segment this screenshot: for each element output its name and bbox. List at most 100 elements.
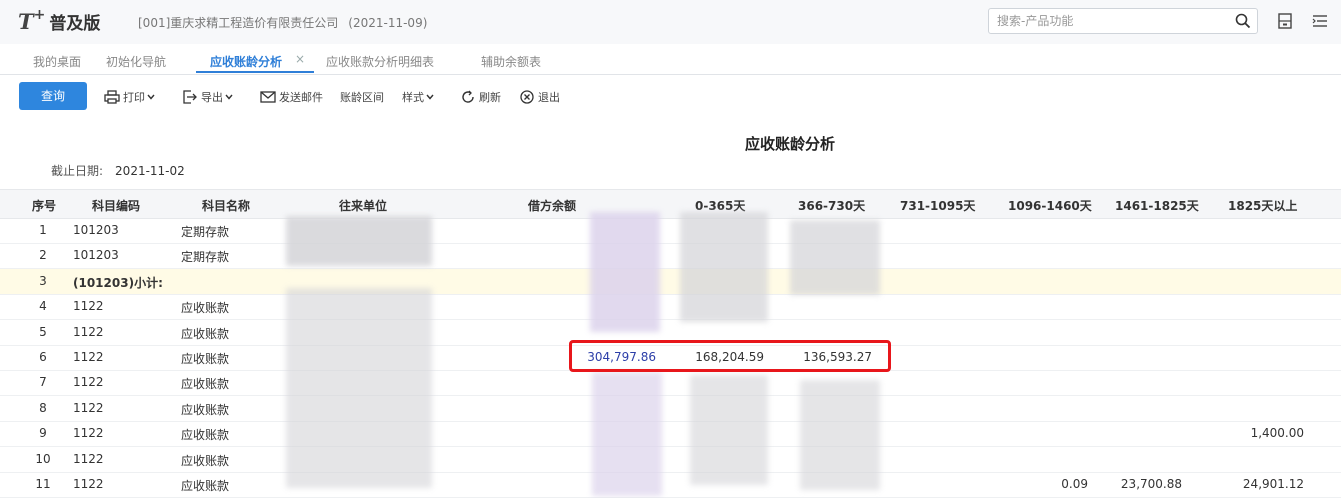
- chevron-down-icon: [147, 94, 155, 100]
- tab-bar: 我的桌面 初始化导航 应收账龄分析 × 应收账款分析明细表 辅助余额表: [0, 44, 1341, 75]
- logo-plus: +: [33, 7, 46, 23]
- menu-icon[interactable]: [1311, 12, 1329, 30]
- aging-range-button[interactable]: 账龄区间: [340, 89, 384, 105]
- print-label: 打印: [123, 91, 145, 104]
- mail-icon: [260, 91, 276, 103]
- cell-account-name: 应收账款: [181, 403, 230, 417]
- cell-account-name: 应收账款: [181, 479, 230, 493]
- cell-account-code: 1122: [73, 426, 104, 440]
- cell-aging-over-1825: 1,400.00: [1250, 426, 1304, 440]
- refresh-button[interactable]: 刷新: [460, 89, 501, 105]
- refresh-label: 刷新: [479, 91, 501, 104]
- col-debit-balance: 借方余额: [528, 199, 577, 213]
- tab-desktop[interactable]: 我的桌面: [33, 53, 81, 70]
- query-button[interactable]: 查询: [19, 82, 87, 110]
- table-row[interactable]: 11 1122 应收账款 0.09 23,700.88 24,901.12: [0, 472, 1341, 498]
- send-mail-button[interactable]: 发送邮件: [260, 89, 323, 105]
- cell-account-code: 1122: [73, 375, 104, 389]
- cell-aging-1096-1460: 0.09: [1061, 477, 1088, 491]
- chevron-down-icon: [426, 94, 434, 100]
- product-logo: T + 普及版: [18, 7, 101, 34]
- search-box[interactable]: [988, 8, 1258, 34]
- company-info: [001]重庆求精工程造价有限责任公司 (2021-11-09): [138, 14, 427, 31]
- cell-row-no: 7: [39, 375, 47, 389]
- col-366-730: 366-730天: [798, 199, 866, 213]
- cell-account-name: 应收账款: [181, 301, 230, 315]
- cell-account-code: 1122: [73, 401, 104, 415]
- cell-row-no: 4: [39, 299, 47, 313]
- exit-icon: [520, 90, 534, 104]
- cell-account-name: 应收账款: [181, 454, 230, 468]
- login-date: (2021-11-09): [348, 16, 428, 30]
- cell-row-no: 2: [39, 248, 47, 262]
- report-title: 应收账龄分析: [745, 135, 836, 153]
- refresh-icon: [462, 90, 474, 103]
- cell-row-no: 3: [39, 274, 47, 288]
- cell-account-name: 定期存款: [181, 225, 230, 239]
- table-row[interactable]: 9 1122 应收账款 1,400.00: [0, 421, 1341, 447]
- exit-label: 退出: [538, 91, 560, 104]
- cutoff-label: 截止日期:: [51, 164, 104, 178]
- export-button[interactable]: 导出: [182, 89, 236, 105]
- company-name: [001]重庆求精工程造价有限责任公司: [138, 16, 339, 30]
- col-731-1095: 731-1095天: [900, 199, 976, 213]
- send-mail-label: 发送邮件: [279, 91, 323, 104]
- cutoff-value: 2021-11-02: [115, 164, 185, 178]
- cell-account-code: 1122: [73, 350, 104, 364]
- cell-row-no: 10: [35, 452, 51, 466]
- tab-receivable-detail[interactable]: 应收账款分析明细表: [326, 53, 434, 70]
- cell-account-code: 1122: [73, 477, 104, 491]
- col-account-name: 科目名称: [202, 199, 251, 213]
- export-icon: [183, 90, 197, 104]
- highlight-box: [569, 340, 891, 372]
- style-button[interactable]: 样式: [402, 89, 437, 105]
- cell-row-no: 6: [39, 350, 47, 364]
- active-tab-indicator: [196, 71, 314, 73]
- cell-row-no: 9: [39, 426, 47, 440]
- cell-account-name: 应收账款: [181, 327, 230, 341]
- edition-label: 普及版: [49, 13, 101, 34]
- col-account-code: 科目编码: [92, 199, 141, 213]
- printer-icon: [104, 90, 120, 104]
- cell-account-name: 应收账款: [181, 377, 230, 391]
- tab-init-nav[interactable]: 初始化导航: [106, 53, 166, 70]
- tab-aux-balance[interactable]: 辅助余额表: [481, 53, 541, 70]
- cell-row-no: 11: [35, 477, 51, 491]
- cell-account-code: 1122: [73, 325, 104, 339]
- table-row[interactable]: 8 1122 应收账款: [0, 396, 1341, 422]
- exit-button[interactable]: 退出: [519, 89, 560, 105]
- chevron-down-icon: [225, 94, 233, 100]
- aging-range-label: 账龄区间: [340, 91, 384, 104]
- toolbar: 查询 打印 导出 发送邮件 账龄区间 样式 刷新 退出: [0, 75, 1341, 117]
- top-header: T + 普及版 [001]重庆求精工程造价有限责任公司 (2021-11-09): [0, 0, 1341, 45]
- cell-row-no: 5: [39, 325, 47, 339]
- cell-account-code: 101203: [73, 248, 119, 262]
- table-row[interactable]: 10 1122 应收账款: [0, 447, 1341, 473]
- col-1096-1460: 1096-1460天: [1008, 199, 1092, 213]
- cutoff-date: 截止日期: 2021-11-02: [51, 162, 185, 179]
- table-row[interactable]: 1 101203 定期存款: [0, 218, 1341, 244]
- style-label: 样式: [402, 91, 424, 104]
- table-header: 序号 科目编码 科目名称 往来单位 借方余额 0-365天 366-730天 7…: [0, 189, 1341, 219]
- cell-aging-1461-1825: 23,700.88: [1120, 477, 1182, 491]
- cell-account-code: 101203: [73, 223, 119, 237]
- table-row[interactable]: 4 1122 应收账款: [0, 294, 1341, 320]
- col-over-1825: 1825天以上: [1228, 199, 1298, 213]
- tab-receivable-aging[interactable]: 应收账龄分析: [210, 53, 282, 70]
- export-label: 导出: [201, 91, 223, 104]
- col-counterparty: 往来单位: [339, 199, 388, 213]
- search-input[interactable]: [997, 13, 1217, 29]
- cell-account-name: 定期存款: [181, 250, 230, 264]
- calculator-icon[interactable]: [1276, 12, 1294, 30]
- print-button[interactable]: 打印: [104, 89, 158, 105]
- cell-account-code: 1122: [73, 452, 104, 466]
- table-row[interactable]: 2 101203 定期存款: [0, 243, 1341, 269]
- cell-row-no: 8: [39, 401, 47, 415]
- col-no: 序号: [32, 199, 57, 213]
- search-icon[interactable]: [1235, 13, 1251, 29]
- cell-account-name: 应收账款: [181, 352, 230, 366]
- close-icon[interactable]: ×: [295, 52, 305, 66]
- cell-row-no: 1: [39, 223, 47, 237]
- table-row[interactable]: 7 1122 应收账款: [0, 370, 1341, 396]
- subtotal-row[interactable]: 3 (101203)小计:: [0, 269, 1341, 295]
